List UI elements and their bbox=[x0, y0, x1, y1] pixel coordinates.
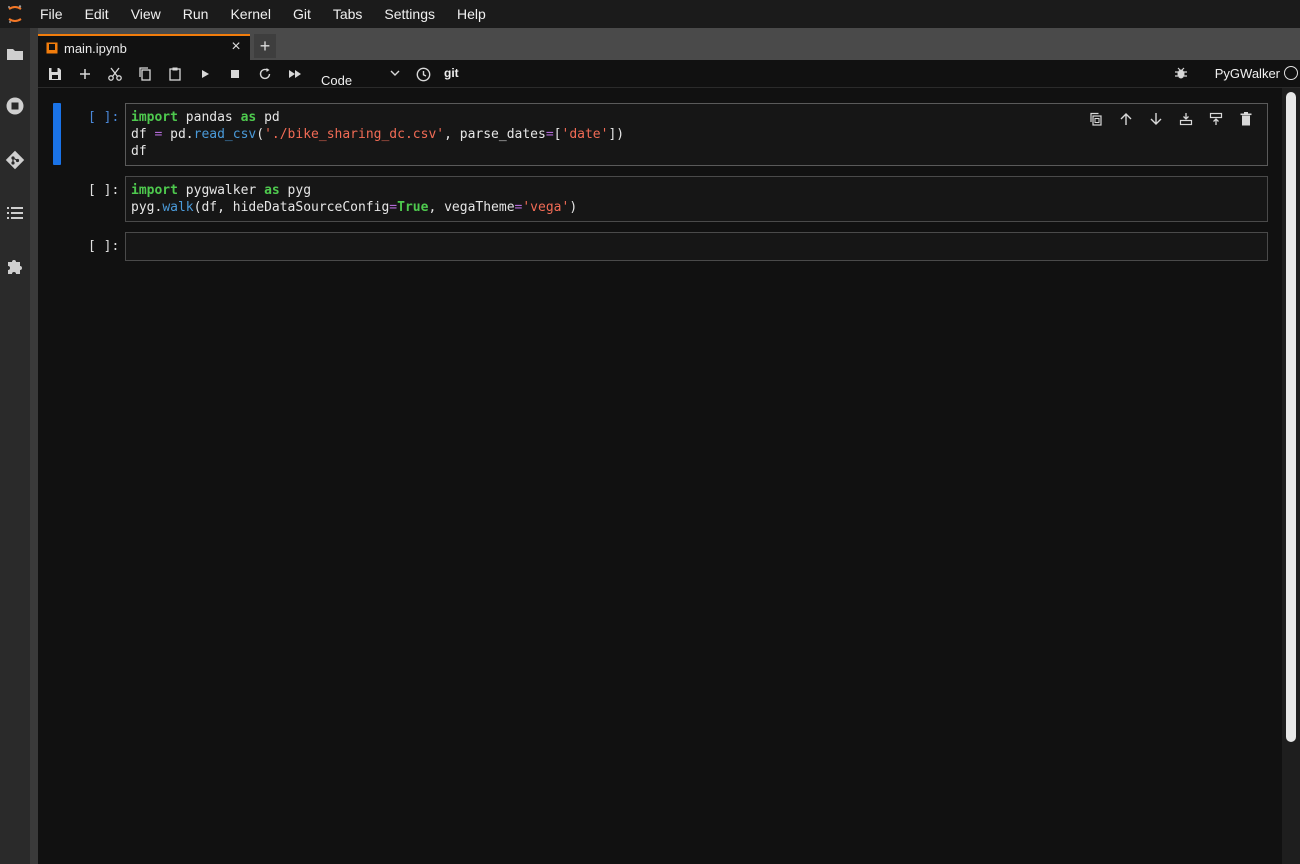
menu-file[interactable]: File bbox=[30, 0, 74, 28]
sidebar-divider bbox=[30, 28, 38, 864]
kernel-name[interactable]: PyGWalker bbox=[1215, 66, 1280, 81]
paste-icon[interactable] bbox=[166, 65, 184, 83]
code-keyword: as bbox=[264, 183, 280, 198]
menu-help[interactable]: Help bbox=[446, 0, 497, 28]
delete-icon[interactable] bbox=[1237, 110, 1255, 128]
code-keyword: import bbox=[131, 183, 178, 198]
menu-tabs[interactable]: Tabs bbox=[322, 0, 374, 28]
kernel-status-icon bbox=[1284, 66, 1298, 80]
menu-git[interactable]: Git bbox=[282, 0, 322, 28]
tab-main-ipynb[interactable]: main.ipynb × bbox=[38, 34, 250, 60]
code-text: import pygwalker as pyg pyg.walk(df, hid… bbox=[131, 183, 578, 215]
jupyter-logo-icon bbox=[0, 0, 30, 28]
code-operator: = bbox=[545, 127, 554, 142]
code-string: 'vega' bbox=[522, 200, 570, 215]
notebook-toolbar: Code git PyGWalker bbox=[38, 60, 1300, 88]
code-string: './bike_sharing_dc.csv' bbox=[264, 127, 445, 142]
bug-icon[interactable] bbox=[1174, 66, 1188, 80]
code-keyword: as bbox=[240, 110, 257, 125]
code-string: 'date' bbox=[561, 127, 609, 142]
stop-icon[interactable] bbox=[226, 65, 244, 83]
folder-icon[interactable] bbox=[5, 44, 25, 64]
input-prompt: [ ]: bbox=[88, 110, 120, 125]
git-icon[interactable] bbox=[5, 150, 25, 170]
code-function: read_csv bbox=[193, 127, 257, 142]
toc-icon[interactable] bbox=[5, 203, 25, 223]
input-prompt: [ ]: bbox=[88, 183, 120, 198]
save-icon[interactable] bbox=[46, 65, 64, 83]
restart-icon[interactable] bbox=[256, 65, 274, 83]
code-text: import pandas as pd df = pd.read_csv('./… bbox=[131, 110, 625, 159]
move-down-icon[interactable] bbox=[1147, 110, 1165, 128]
menu-view[interactable]: View bbox=[120, 0, 172, 28]
menu-run[interactable]: Run bbox=[172, 0, 220, 28]
insert-above-icon[interactable] bbox=[1207, 110, 1225, 128]
cell-type-select[interactable]: Code bbox=[320, 64, 400, 88]
cell-type-value: Code bbox=[321, 73, 353, 88]
add-tab-button[interactable]: + bbox=[254, 34, 276, 58]
move-up-icon[interactable] bbox=[1117, 110, 1135, 128]
clock-icon[interactable] bbox=[414, 65, 432, 83]
code-editor[interactable]: import pandas as pd df = pd.read_csv('./… bbox=[125, 103, 1268, 166]
running-icon[interactable] bbox=[5, 96, 25, 116]
code-operator: = bbox=[389, 200, 398, 215]
run-icon[interactable] bbox=[196, 65, 214, 83]
code-cell[interactable]: [ ]: import pygwalker as pyg pyg.walk(df… bbox=[38, 176, 1282, 222]
code-keyword: import bbox=[131, 110, 178, 125]
code-operator: = bbox=[154, 127, 163, 142]
cell-toolbar bbox=[1087, 110, 1255, 128]
insert-below-icon[interactable] bbox=[1177, 110, 1195, 128]
notebook-panel: [ ]: import pandas as pd df = pd.read_cs… bbox=[38, 88, 1282, 864]
code-editor[interactable] bbox=[125, 232, 1268, 261]
menu-settings[interactable]: Settings bbox=[373, 0, 446, 28]
menu-edit[interactable]: Edit bbox=[74, 0, 120, 28]
cell-collapser[interactable] bbox=[53, 103, 61, 165]
menu-kernel[interactable]: Kernel bbox=[219, 0, 281, 28]
code-function: walk bbox=[162, 200, 194, 215]
code-cell[interactable]: [ ]: import pandas as pd df = pd.read_cs… bbox=[38, 103, 1282, 166]
close-icon[interactable]: × bbox=[228, 38, 244, 55]
chevron-down-icon bbox=[390, 68, 400, 78]
code-editor[interactable]: import pygwalker as pyg pyg.walk(df, hid… bbox=[125, 176, 1268, 222]
tab-title: main.ipynb bbox=[64, 40, 127, 56]
cut-icon[interactable] bbox=[106, 65, 124, 83]
tab-bar: main.ipynb × + bbox=[38, 28, 1300, 60]
menu-bar: File Edit View Run Kernel Git Tabs Setti… bbox=[0, 0, 1300, 28]
code-cell[interactable]: [ ]: bbox=[38, 232, 1282, 261]
copy-icon[interactable] bbox=[136, 65, 154, 83]
duplicate-cell-icon[interactable] bbox=[1087, 110, 1105, 128]
code-constant: True bbox=[397, 200, 429, 215]
left-sidebar bbox=[0, 28, 30, 864]
fast-forward-icon[interactable] bbox=[286, 65, 304, 83]
add-cell-icon[interactable] bbox=[76, 65, 94, 83]
extension-icon[interactable] bbox=[5, 256, 25, 276]
notebook-icon bbox=[46, 42, 58, 54]
git-label[interactable]: git bbox=[444, 66, 459, 80]
scrollbar-thumb[interactable] bbox=[1286, 92, 1296, 742]
input-prompt: [ ]: bbox=[88, 239, 120, 254]
